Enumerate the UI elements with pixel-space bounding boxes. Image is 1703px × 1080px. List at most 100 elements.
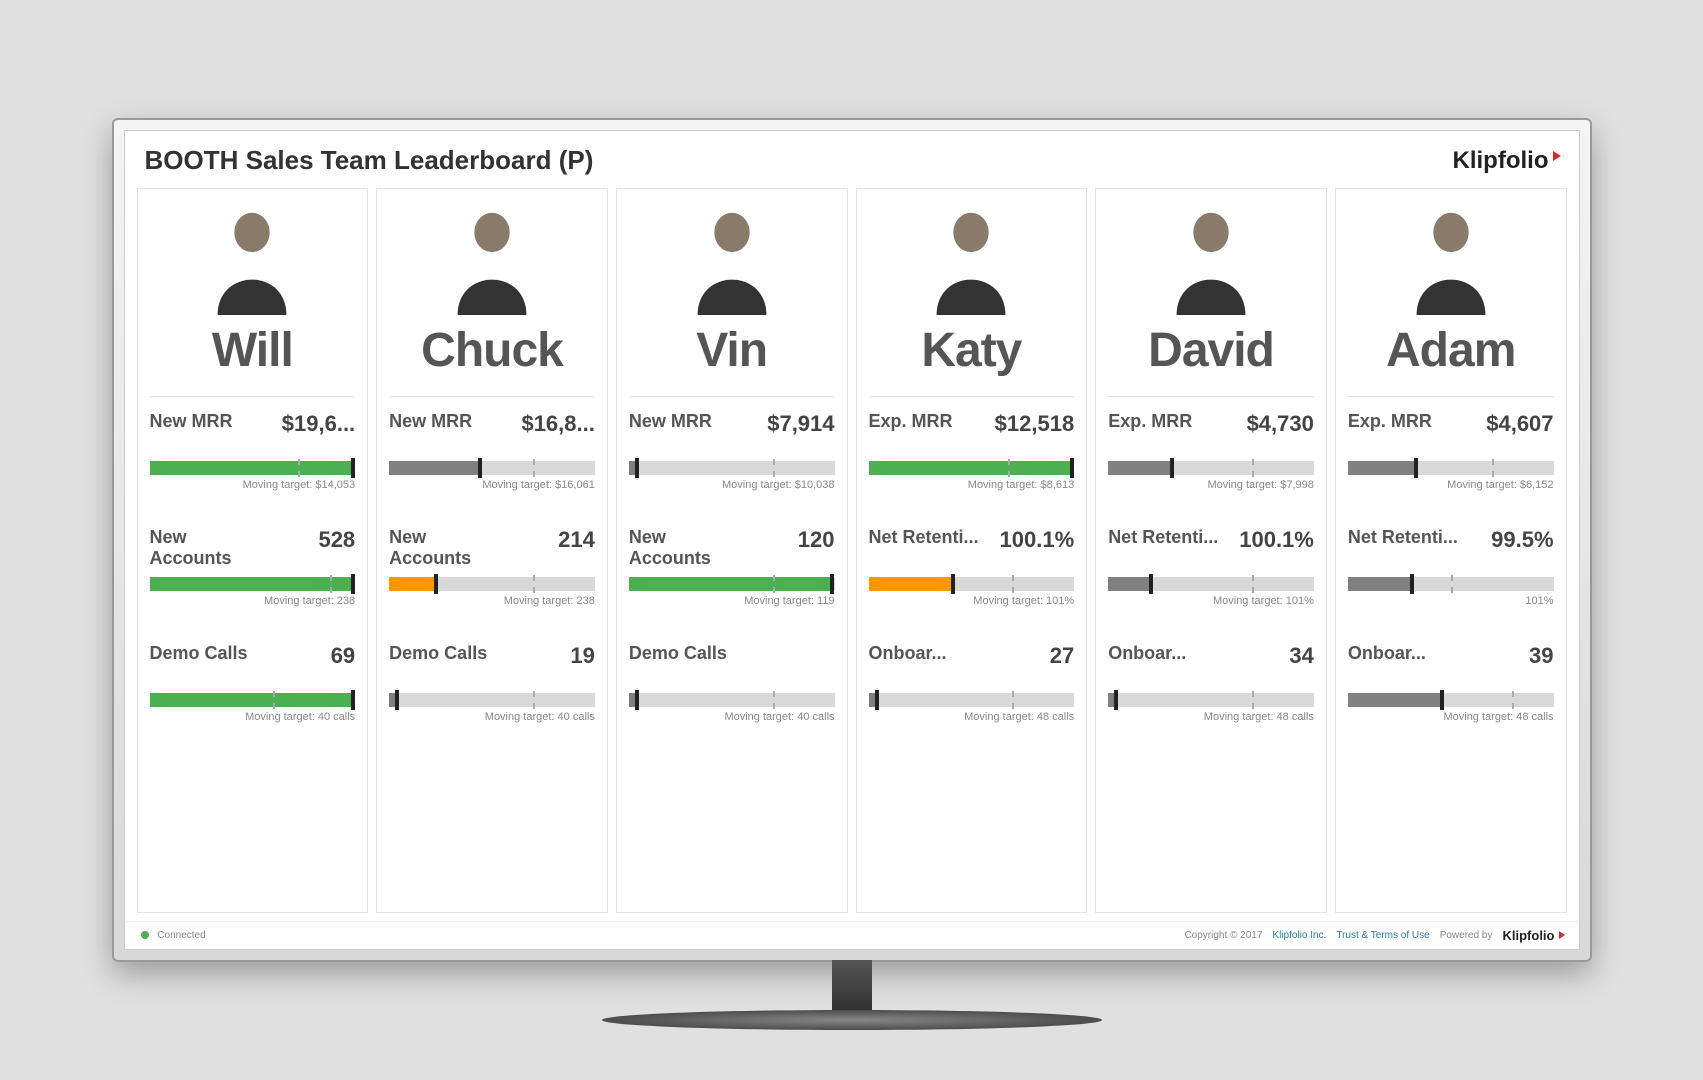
divider bbox=[629, 396, 835, 397]
metric-label: New MRR bbox=[629, 411, 712, 432]
moving-target-text: Moving target: 40 calls bbox=[389, 711, 595, 723]
gauge-marker bbox=[351, 690, 355, 710]
metric-label: Onboar... bbox=[1348, 643, 1426, 664]
gauge-target-line bbox=[298, 459, 300, 477]
metric-value: 528 bbox=[318, 527, 355, 553]
metric-label: New Accounts bbox=[389, 527, 508, 568]
bullet-gauge bbox=[629, 461, 835, 475]
metric-label: Demo Calls bbox=[389, 643, 487, 664]
metric-value: 19 bbox=[570, 643, 594, 669]
dashboard-screen: BOOTH Sales Team Leaderboard (P) Klipfol… bbox=[124, 130, 1580, 950]
terms-link[interactable]: Trust & Terms of Use bbox=[1336, 930, 1429, 941]
metric-block: Onboar... 27 Moving target: 48 calls bbox=[869, 643, 1075, 723]
metric-label: New MRR bbox=[389, 411, 472, 432]
gauge-target-line bbox=[1012, 691, 1014, 709]
gauge-marker bbox=[434, 574, 438, 594]
moving-target-text: Moving target: 101% bbox=[869, 595, 1075, 607]
gauge-fill bbox=[1108, 577, 1149, 591]
leaderboard-card: Will New MRR $19,6... Moving target: $14… bbox=[137, 188, 369, 913]
company-link[interactable]: Klipfolio Inc. bbox=[1272, 930, 1326, 941]
metric-value: 99.5% bbox=[1491, 527, 1553, 553]
avatar-icon bbox=[1161, 199, 1261, 317]
gauge-marker bbox=[351, 458, 355, 478]
footer-right: Copyright © 2017 Klipfolio Inc. Trust & … bbox=[1184, 928, 1562, 943]
gauge-marker bbox=[875, 690, 879, 710]
gauge-fill bbox=[1348, 577, 1410, 591]
member-name: David bbox=[1108, 323, 1314, 378]
gauge-fill bbox=[1348, 461, 1414, 475]
gauge-fill bbox=[150, 577, 352, 591]
gauge-fill bbox=[389, 461, 477, 475]
metric-block: New MRR $16,8... Moving target: $16,061 bbox=[389, 411, 595, 491]
gauge-marker bbox=[635, 458, 639, 478]
moving-target-text: Moving target: $14,053 bbox=[150, 479, 356, 491]
moving-target-text: Moving target: 119 bbox=[629, 595, 835, 607]
metric-value: $19,6... bbox=[282, 411, 355, 437]
gauge-marker bbox=[1149, 574, 1153, 594]
gauge-target-line bbox=[1492, 459, 1494, 477]
moving-target-text: Moving target: 48 calls bbox=[1348, 711, 1554, 723]
moving-target-text: Moving target: $7,998 bbox=[1108, 479, 1314, 491]
metric-value: $12,518 bbox=[995, 411, 1075, 437]
gauge-target-line bbox=[533, 691, 535, 709]
moving-target-text: Moving target: 238 bbox=[150, 595, 356, 607]
metric-block: Net Retenti... 100.1% Moving target: 101… bbox=[1108, 527, 1314, 607]
gauge-marker bbox=[1440, 690, 1444, 710]
gauge-fill bbox=[629, 577, 831, 591]
divider bbox=[869, 396, 1075, 397]
gauge-target-line bbox=[533, 459, 535, 477]
gauge-target-line bbox=[1252, 691, 1254, 709]
avatar-icon bbox=[921, 199, 1021, 317]
gauge-target-line bbox=[273, 691, 275, 709]
metric-value: 27 bbox=[1050, 643, 1074, 669]
bullet-gauge bbox=[1348, 577, 1554, 591]
metric-block: New Accounts 214 Moving target: 238 bbox=[389, 527, 595, 607]
status-text: Connected bbox=[157, 930, 205, 941]
gauge-target-line bbox=[1008, 459, 1010, 477]
powered-by-label: Powered by bbox=[1440, 930, 1493, 941]
cards-container: Will New MRR $19,6... Moving target: $14… bbox=[125, 184, 1579, 921]
divider bbox=[150, 396, 356, 397]
bullet-gauge bbox=[1348, 461, 1554, 475]
metric-block: Demo Calls Moving target: 40 calls bbox=[629, 643, 835, 723]
metric-label: New MRR bbox=[150, 411, 233, 432]
moving-target-text: Moving target: $10,038 bbox=[629, 479, 835, 491]
gauge-target-line bbox=[1252, 575, 1254, 593]
gauge-fill bbox=[150, 693, 352, 707]
metric-label: Demo Calls bbox=[150, 643, 248, 664]
member-name: Katy bbox=[869, 323, 1075, 378]
gauge-marker bbox=[830, 574, 834, 594]
divider bbox=[389, 396, 595, 397]
metric-block: New MRR $7,914 Moving target: $10,038 bbox=[629, 411, 835, 491]
metric-block: Net Retenti... 99.5% 101% bbox=[1348, 527, 1554, 607]
metric-block: New Accounts 120 Moving target: 119 bbox=[629, 527, 835, 607]
gauge-target-line bbox=[1012, 575, 1014, 593]
gauge-marker bbox=[1170, 458, 1174, 478]
gauge-marker bbox=[635, 690, 639, 710]
moving-target-text: Moving target: 101% bbox=[1108, 595, 1314, 607]
connection-status: Connected bbox=[141, 930, 206, 941]
tv-stand bbox=[602, 960, 1102, 1030]
metric-block: Onboar... 39 Moving target: 48 calls bbox=[1348, 643, 1554, 723]
metric-value: $7,914 bbox=[767, 411, 834, 437]
gauge-marker bbox=[1414, 458, 1418, 478]
footer-brand-logo: Klipfolio bbox=[1503, 928, 1563, 943]
gauge-target-line bbox=[330, 575, 332, 593]
metric-label: Exp. MRR bbox=[1108, 411, 1192, 432]
gauge-target-line bbox=[1252, 459, 1254, 477]
avatar-icon bbox=[1401, 199, 1501, 317]
moving-target-text: Moving target: 238 bbox=[389, 595, 595, 607]
metric-value: $4,607 bbox=[1486, 411, 1553, 437]
member-name: Chuck bbox=[389, 323, 595, 378]
metric-value: 214 bbox=[558, 527, 595, 553]
bullet-gauge bbox=[389, 693, 595, 707]
metric-label: New Accounts bbox=[629, 527, 748, 568]
metric-block: Net Retenti... 100.1% Moving target: 101… bbox=[869, 527, 1075, 607]
metric-label: Demo Calls bbox=[629, 643, 727, 664]
gauge-target-line bbox=[773, 459, 775, 477]
avatar bbox=[869, 197, 1075, 317]
bullet-gauge bbox=[150, 461, 356, 475]
metric-value: 100.1% bbox=[1000, 527, 1075, 553]
moving-target-text: Moving target: 40 calls bbox=[629, 711, 835, 723]
bullet-gauge bbox=[629, 577, 835, 591]
